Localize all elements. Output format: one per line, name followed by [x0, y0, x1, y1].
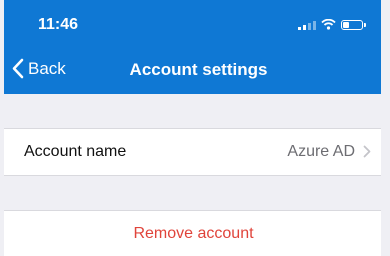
- signal-icon: [298, 20, 316, 30]
- header: 11:46 Back Account settings: [4, 0, 381, 94]
- account-name-label: Account name: [24, 143, 127, 160]
- page-title: Account settings: [129, 60, 268, 79]
- account-name-row[interactable]: Account name Azure AD: [4, 128, 381, 176]
- wifi-icon: [321, 19, 336, 30]
- account-name-value: Azure AD: [287, 143, 355, 160]
- account-settings-screen: 11:46 Back Account settings Account name…: [4, 0, 381, 256]
- battery-icon: [341, 19, 366, 30]
- remove-account-button[interactable]: Remove account: [4, 210, 381, 256]
- status-icons: [298, 19, 366, 30]
- remove-account-label: Remove account: [133, 225, 254, 242]
- status-time: 11:46: [38, 16, 79, 33]
- chevron-right-icon: [363, 145, 371, 158]
